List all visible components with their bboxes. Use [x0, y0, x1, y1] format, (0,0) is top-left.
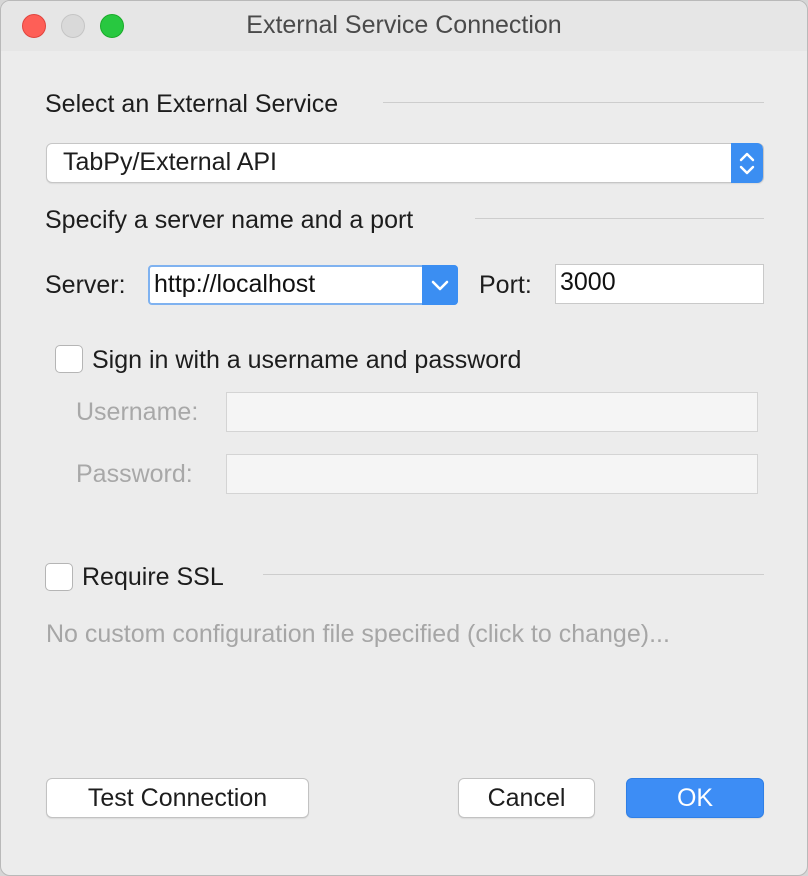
password-label: Password: — [76, 460, 193, 488]
chevron-down-icon[interactable] — [422, 265, 458, 305]
sign-in-checkbox-label[interactable]: Sign in with a username and password — [92, 346, 521, 375]
section-divider — [383, 102, 764, 103]
password-field — [226, 454, 758, 494]
server-section-heading: Specify a server name and a port — [45, 206, 414, 234]
port-field[interactable]: 3000 — [555, 264, 764, 304]
section-divider — [263, 574, 764, 575]
server-combobox[interactable]: http://localhost — [148, 265, 458, 305]
cancel-button[interactable]: Cancel — [458, 778, 595, 818]
require-ssl-checkbox[interactable] — [45, 563, 73, 591]
username-label: Username: — [76, 398, 199, 426]
service-section-heading: Select an External Service — [45, 90, 339, 118]
config-file-link[interactable]: No custom configuration file specified (… — [46, 620, 670, 649]
port-field-value: 3000 — [560, 268, 616, 296]
server-label: Server: — [45, 271, 126, 299]
window-title: External Service Connection — [246, 11, 562, 39]
dialog-window: External Service Connection Select an Ex… — [0, 0, 808, 876]
require-ssl-label[interactable]: Require SSL — [82, 563, 224, 592]
test-connection-button[interactable]: Test Connection — [46, 778, 309, 818]
ok-button[interactable]: OK — [626, 778, 764, 818]
service-select-value: TabPy/External API — [63, 148, 278, 176]
service-select[interactable]: TabPy/External API — [46, 143, 764, 183]
server-input-value[interactable]: http://localhost — [154, 270, 315, 299]
port-label: Port: — [479, 271, 532, 299]
up-down-chevron-icon[interactable] — [731, 143, 763, 183]
sign-in-checkbox[interactable] — [55, 345, 83, 373]
section-divider — [475, 218, 764, 219]
username-field — [226, 392, 758, 432]
title-bar[interactable]: External Service Connection — [1, 1, 807, 51]
